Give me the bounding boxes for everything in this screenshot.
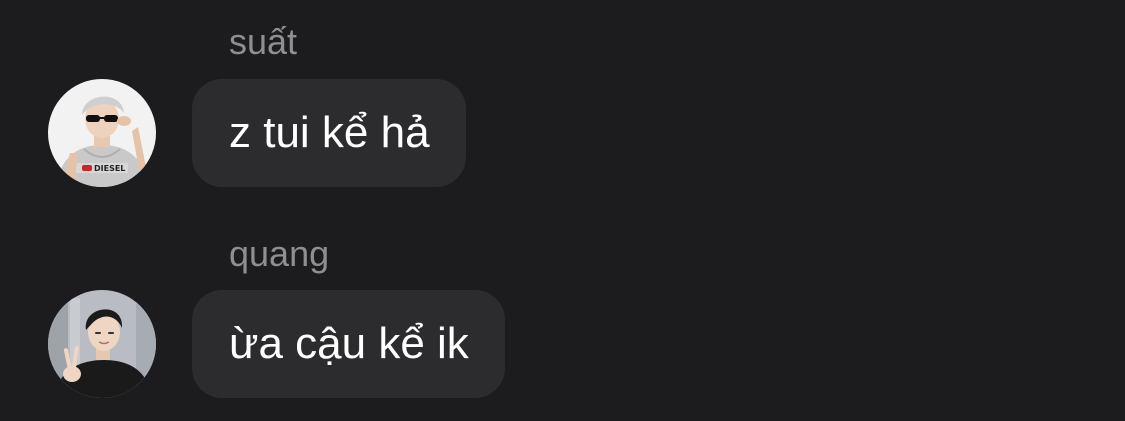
avatar[interactable]: DIESEL	[48, 79, 156, 187]
chat-thread: suất DIESEL z tui kể hả quang ừa cậu kể …	[0, 0, 1125, 421]
avatar[interactable]	[48, 290, 156, 398]
message-text: z tui kể hả	[229, 108, 430, 157]
message-bubble[interactable]: ừa cậu kể ik	[192, 290, 505, 398]
svg-text:DIESEL: DIESEL	[94, 164, 125, 173]
message-bubble[interactable]: z tui kể hả	[192, 79, 466, 187]
person-peace-sign-avatar-icon	[48, 290, 156, 398]
sender-name: suất	[229, 21, 298, 62]
sender-name: quang	[229, 233, 330, 274]
person-with-sunglasses-avatar-icon: DIESEL	[48, 79, 156, 187]
message-text: ừa cậu kể ik	[229, 319, 469, 368]
